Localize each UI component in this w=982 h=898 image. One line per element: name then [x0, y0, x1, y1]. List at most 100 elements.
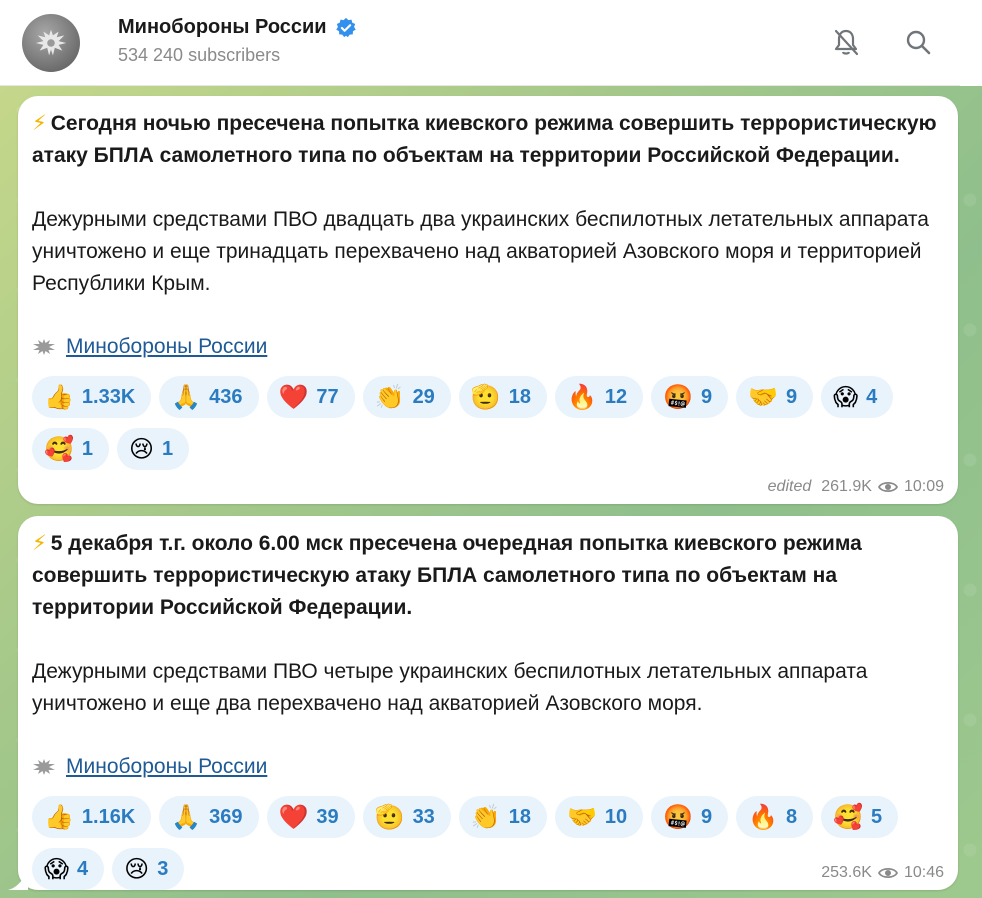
- reaction-count: 18: [508, 805, 531, 828]
- reaction-count: 18: [508, 385, 531, 408]
- reaction-count: 5: [871, 805, 883, 828]
- message-body: Дежурными средствами ПВО двадцать два ук…: [32, 208, 929, 295]
- reaction-count: 8: [786, 805, 798, 828]
- screaming-face-icon: 😱: [833, 383, 859, 411]
- message-bubble[interactable]: ⚡ 5 декабря т.г. около 6.00 мск пресечена…: [8, 516, 958, 890]
- eagle-emblem-icon: [33, 339, 55, 355]
- signature-link[interactable]: Минобороны России: [66, 752, 267, 782]
- search-icon[interactable]: [900, 24, 936, 60]
- reaction-count: 9: [700, 385, 713, 408]
- screaming-face-icon: 😱: [44, 855, 70, 883]
- reaction-pray[interactable]: 🙏 436: [159, 376, 259, 418]
- message-meta: edited 261.9K 10:09: [768, 478, 944, 496]
- cursing-face-icon: 🤬: [663, 803, 693, 831]
- thumbs-up-icon: 👍: [44, 803, 74, 831]
- fire-icon: 🔥: [566, 383, 597, 411]
- salute-icon: 🫡: [470, 383, 501, 411]
- reaction-smiling-hearts[interactable]: 🥰 5: [821, 796, 899, 838]
- reaction-count: 369: [209, 805, 243, 828]
- thumbs-up-icon: 👍: [44, 383, 74, 411]
- headline-text: 5 декабря т.г. около 6.00 мск пресечена …: [32, 532, 862, 619]
- reaction-count: 1.33K: [81, 385, 136, 408]
- reaction-scream[interactable]: 😱 4: [32, 848, 105, 890]
- reaction-count: 1: [81, 437, 94, 460]
- reaction-count: 10: [604, 805, 628, 828]
- reaction-count: 12: [604, 385, 628, 408]
- praying-hands-icon: 🙏: [171, 383, 202, 411]
- view-count: 253.6K: [821, 864, 872, 881]
- message-time: 10:46: [903, 864, 944, 881]
- message-bubble[interactable]: ⚡ Сегодня ночью пресечена попытка киевско…: [18, 96, 958, 504]
- reaction-handshake[interactable]: 🤝 9: [736, 376, 814, 418]
- eagle-emblem-icon: [33, 759, 55, 775]
- reaction-cry[interactable]: 😢 3: [112, 848, 185, 890]
- message-body: Дежурными средствами ПВО четыре украинск…: [32, 660, 868, 715]
- clapping-hands-icon: 👏: [470, 803, 501, 831]
- reaction-heart[interactable]: ❤️ 39: [266, 796, 355, 838]
- reaction-count: 4: [866, 385, 878, 408]
- reaction-salute[interactable]: 🫡 33: [362, 796, 451, 838]
- reaction-cry[interactable]: 😢 1: [117, 428, 190, 470]
- heart-icon: ❤️: [278, 803, 309, 831]
- reactions-bar: 👍 1.16K 🙏 369 ❤️ 39 🫡 33 👏 18 🤝 10 🤬 9 🔥 8 🥰 5 😱 4…: [32, 796, 912, 890]
- message-signature: Минобороны России: [32, 332, 944, 362]
- verified-badge-icon: [335, 17, 356, 37]
- reaction-clap[interactable]: 👏 29: [362, 376, 451, 418]
- headline-text: Сегодня ночью пресечена попытка киевског…: [32, 112, 937, 167]
- crying-face-icon: 😢: [129, 435, 155, 463]
- reaction-count: 29: [412, 385, 435, 408]
- reaction-thumbs-up[interactable]: 👍 1.16K: [32, 796, 152, 838]
- reaction-heart[interactable]: ❤️ 77: [266, 376, 355, 418]
- reaction-cursing[interactable]: 🤬 9: [651, 796, 729, 838]
- channel-name[interactable]: Минобороны России: [118, 16, 327, 39]
- bell-muted-icon[interactable]: [828, 24, 864, 60]
- smiling-hearts-icon: 🥰: [44, 435, 74, 463]
- message-headline: ⚡ 5 декабря т.г. около 6.00 мск пресечена…: [32, 528, 944, 624]
- clapping-hands-icon: 👏: [374, 383, 405, 411]
- reaction-smiling-hearts[interactable]: 🥰 1: [32, 428, 110, 470]
- smiling-hearts-icon: 🥰: [833, 803, 864, 831]
- reaction-count: 436: [209, 385, 243, 408]
- praying-hands-icon: 🙏: [171, 803, 202, 831]
- signature-link[interactable]: Минобороны России: [66, 332, 267, 362]
- reaction-fire[interactable]: 🔥 12: [554, 376, 644, 418]
- view-count: 261.9K: [821, 478, 872, 495]
- eye-icon: [877, 481, 898, 493]
- reaction-pray[interactable]: 🙏 369: [159, 796, 259, 838]
- eagle-emblem-icon: [35, 29, 67, 56]
- reaction-fire[interactable]: 🔥 8: [736, 796, 814, 838]
- salute-icon: 🫡: [374, 803, 405, 831]
- message-signature: Минобороны России: [32, 752, 944, 782]
- eye-icon: [877, 867, 898, 879]
- reaction-salute[interactable]: 🫡 18: [458, 376, 547, 418]
- reaction-count: 1.16K: [81, 805, 136, 828]
- cursing-face-icon: 🤬: [663, 383, 693, 411]
- reaction-count: 1: [162, 437, 174, 460]
- channel-avatar[interactable]: [22, 14, 80, 72]
- lightning-icon: ⚡: [32, 112, 47, 135]
- header-edge: [960, 0, 982, 86]
- reaction-thumbs-up[interactable]: 👍 1.33K: [32, 376, 152, 418]
- reaction-count: 39: [316, 805, 339, 828]
- bubble-tail: [8, 870, 28, 890]
- crying-face-icon: 😢: [124, 855, 150, 883]
- reaction-count: 9: [700, 805, 713, 828]
- reaction-clap[interactable]: 👏 18: [458, 796, 547, 838]
- lightning-icon: ⚡: [32, 532, 47, 555]
- reaction-count: 77: [316, 385, 339, 408]
- reaction-cursing[interactable]: 🤬 9: [651, 376, 729, 418]
- reaction-count: 9: [786, 385, 798, 408]
- channel-header: Минобороны России 534 240 subscribers: [0, 0, 960, 86]
- message-time: 10:09: [903, 478, 944, 495]
- reaction-handshake[interactable]: 🤝 10: [554, 796, 644, 838]
- message-meta: 253.6K 10:46: [821, 864, 944, 882]
- reactions-bar: 👍 1.33K 🙏 436 ❤️ 77 👏 29 🫡 18 🔥 12 🤬 9 🤝 9 😱 4 🥰 1…: [32, 376, 912, 470]
- handshake-icon: 🤝: [748, 383, 778, 411]
- message-headline: ⚡ Сегодня ночью пресечена попытка киевско…: [32, 108, 944, 172]
- subscriber-count: 534 240 subscribers: [118, 45, 281, 65]
- fire-icon: 🔥: [748, 803, 778, 831]
- handshake-icon: 🤝: [566, 803, 597, 831]
- reaction-count: 4: [77, 857, 89, 880]
- reaction-scream[interactable]: 😱 4: [821, 376, 894, 418]
- reaction-count: 33: [412, 805, 435, 828]
